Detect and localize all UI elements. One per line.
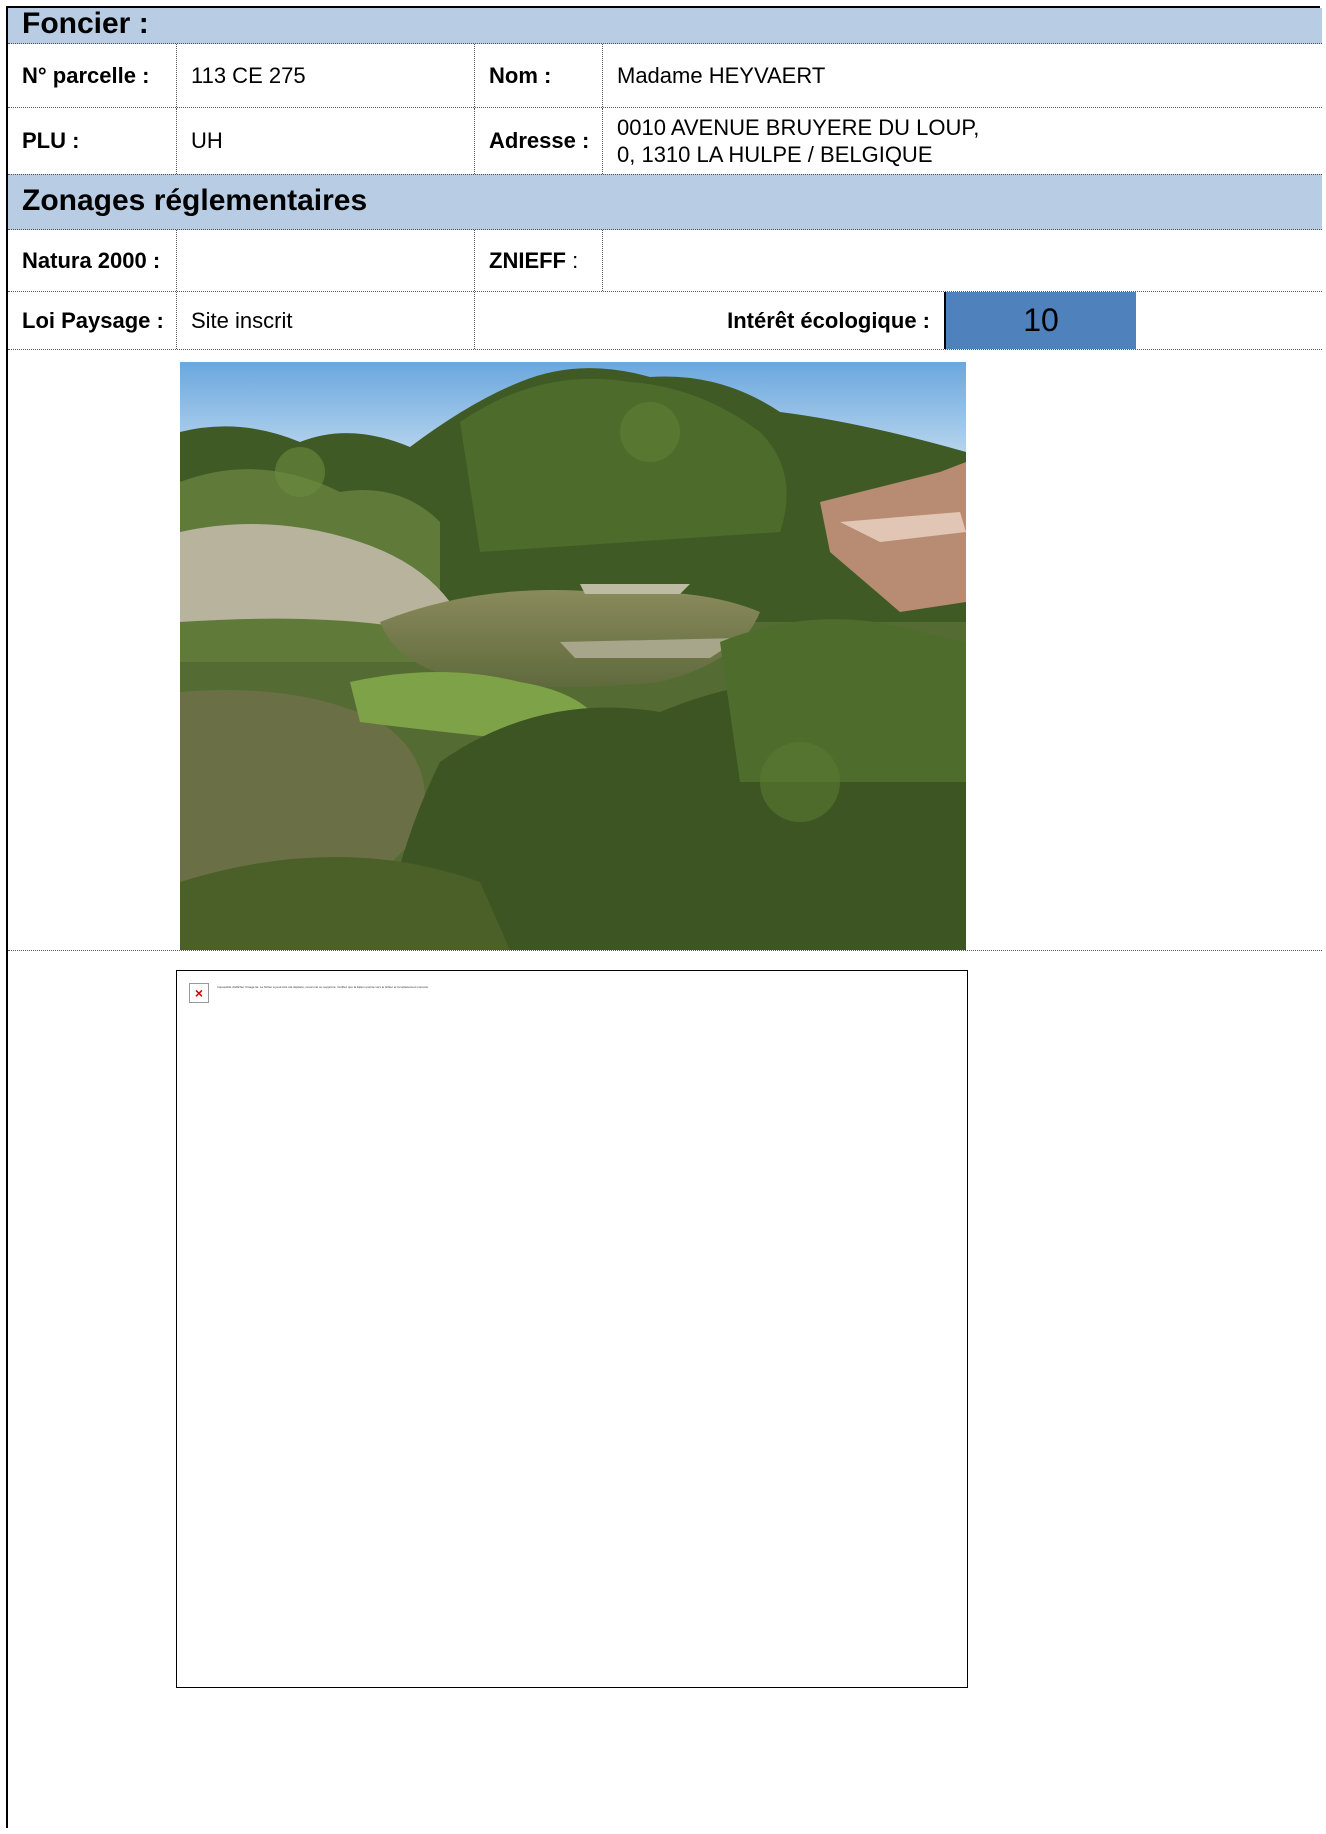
row-plu: PLU : UH Adresse : 0010 AVENUE BRUYERE D… bbox=[8, 108, 1322, 174]
interet-score: 10 bbox=[944, 292, 1136, 349]
row-loi: Loi Paysage : Site inscrit Intérêt écolo… bbox=[8, 292, 1322, 350]
site-sheet: Foncier : N° parcelle : 113 CE 275 Nom :… bbox=[6, 6, 1322, 1828]
interet-label: Intérêt écologique : bbox=[474, 292, 944, 349]
broken-image-icon: × bbox=[189, 983, 209, 1003]
nom-value: Madame HEYVAERT bbox=[602, 44, 1322, 107]
loi-value: Site inscrit bbox=[176, 292, 474, 349]
broken-image-frame: × Impossible d'afficher l'image lié. Le … bbox=[176, 970, 968, 1688]
plu-label: PLU : bbox=[22, 128, 80, 153]
broken-image-message: Impossible d'afficher l'image lié. Le fi… bbox=[217, 985, 429, 989]
parcelle-value: 113 CE 275 bbox=[176, 44, 474, 107]
adresse-label: Adresse : bbox=[474, 108, 602, 174]
loi-label: Loi Paysage : bbox=[22, 307, 164, 333]
photo-divider bbox=[8, 950, 1322, 951]
parcelle-label: N° parcelle : bbox=[22, 62, 150, 88]
plu-value: UH bbox=[176, 108, 474, 174]
zonages-title: Zonages réglementaires bbox=[22, 184, 368, 217]
natura-label: Natura 2000 : bbox=[22, 247, 161, 273]
row-natura: Natura 2000 : ZNIEFF : bbox=[8, 230, 1322, 292]
znieff-colon: : bbox=[566, 247, 579, 273]
adresse-value: 0010 AVENUE BRUYERE DU LOUP, 0, 1310 LA … bbox=[602, 108, 1322, 174]
znieff-value bbox=[602, 230, 1322, 291]
site-photo bbox=[180, 362, 966, 950]
foncier-header: Foncier : bbox=[8, 7, 1322, 44]
zonages-header: Zonages réglementaires bbox=[8, 174, 1322, 230]
znieff-label-cell: ZNIEFF : bbox=[474, 230, 602, 291]
znieff-label: ZNIEFF bbox=[489, 247, 566, 273]
nom-label: Nom : bbox=[474, 44, 602, 107]
foncier-title: Foncier : bbox=[22, 7, 149, 40]
adresse-line-2: 0, 1310 LA HULPE / BELGIQUE bbox=[617, 142, 933, 167]
natura-value bbox=[176, 230, 474, 291]
adresse-line-1: 0010 AVENUE BRUYERE DU LOUP, bbox=[617, 115, 980, 140]
row-parcelle: N° parcelle : 113 CE 275 Nom : Madame HE… bbox=[8, 44, 1322, 108]
